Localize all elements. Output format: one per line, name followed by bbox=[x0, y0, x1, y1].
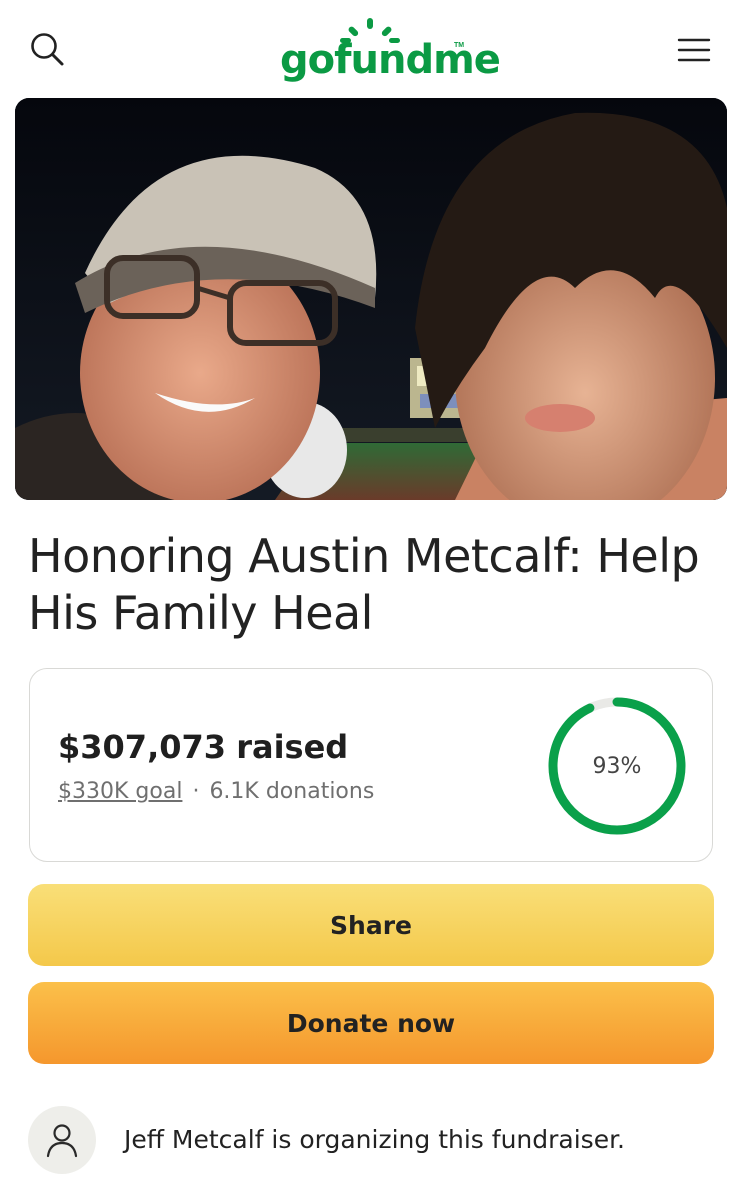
organizer-text: Jeff Metcalf is organizing this fundrais… bbox=[124, 1125, 626, 1154]
progress-card: $307,073 raised $330K goal · 6.1K donation… bbox=[29, 668, 713, 862]
separator-dot: · bbox=[192, 779, 200, 804]
avatar bbox=[28, 1106, 96, 1174]
goal-and-donations: $330K goal · 6.1K donations bbox=[58, 777, 374, 807]
logo-text: gofundme bbox=[280, 37, 501, 83]
fundraiser-page: gofundme TM Honoring Austin Metcalf: Hel… bbox=[0, 0, 741, 1200]
campaign-photo-illustration bbox=[15, 98, 727, 500]
donations-count: 6.1K donations bbox=[209, 779, 375, 804]
organizer-row[interactable]: Jeff Metcalf is organizing this fundrais… bbox=[28, 1106, 718, 1176]
share-button[interactable]: Share bbox=[28, 884, 714, 966]
top-nav: gofundme TM bbox=[0, 0, 741, 96]
logo-trademark: TM bbox=[454, 42, 465, 49]
person-icon bbox=[46, 1124, 78, 1158]
raised-label: raised bbox=[236, 728, 349, 766]
goal-link[interactable]: $330K goal bbox=[58, 779, 182, 804]
search-button[interactable] bbox=[26, 28, 70, 72]
raised-amount: $307,073 bbox=[58, 728, 227, 766]
gofundme-logo[interactable]: gofundme TM bbox=[270, 14, 501, 86]
campaign-title: Honoring Austin Metcalf: Help His Family… bbox=[28, 529, 700, 640]
raised-summary: $307,073 raised bbox=[58, 727, 348, 767]
menu-button[interactable] bbox=[672, 28, 716, 72]
progress-percent: 93% bbox=[592, 753, 642, 779]
hamburger-menu-icon bbox=[677, 38, 711, 62]
campaign-photo[interactable] bbox=[15, 98, 727, 500]
donate-button[interactable]: Donate now bbox=[28, 982, 714, 1064]
search-icon bbox=[31, 33, 64, 66]
progress-ring: 93% bbox=[544, 693, 690, 839]
